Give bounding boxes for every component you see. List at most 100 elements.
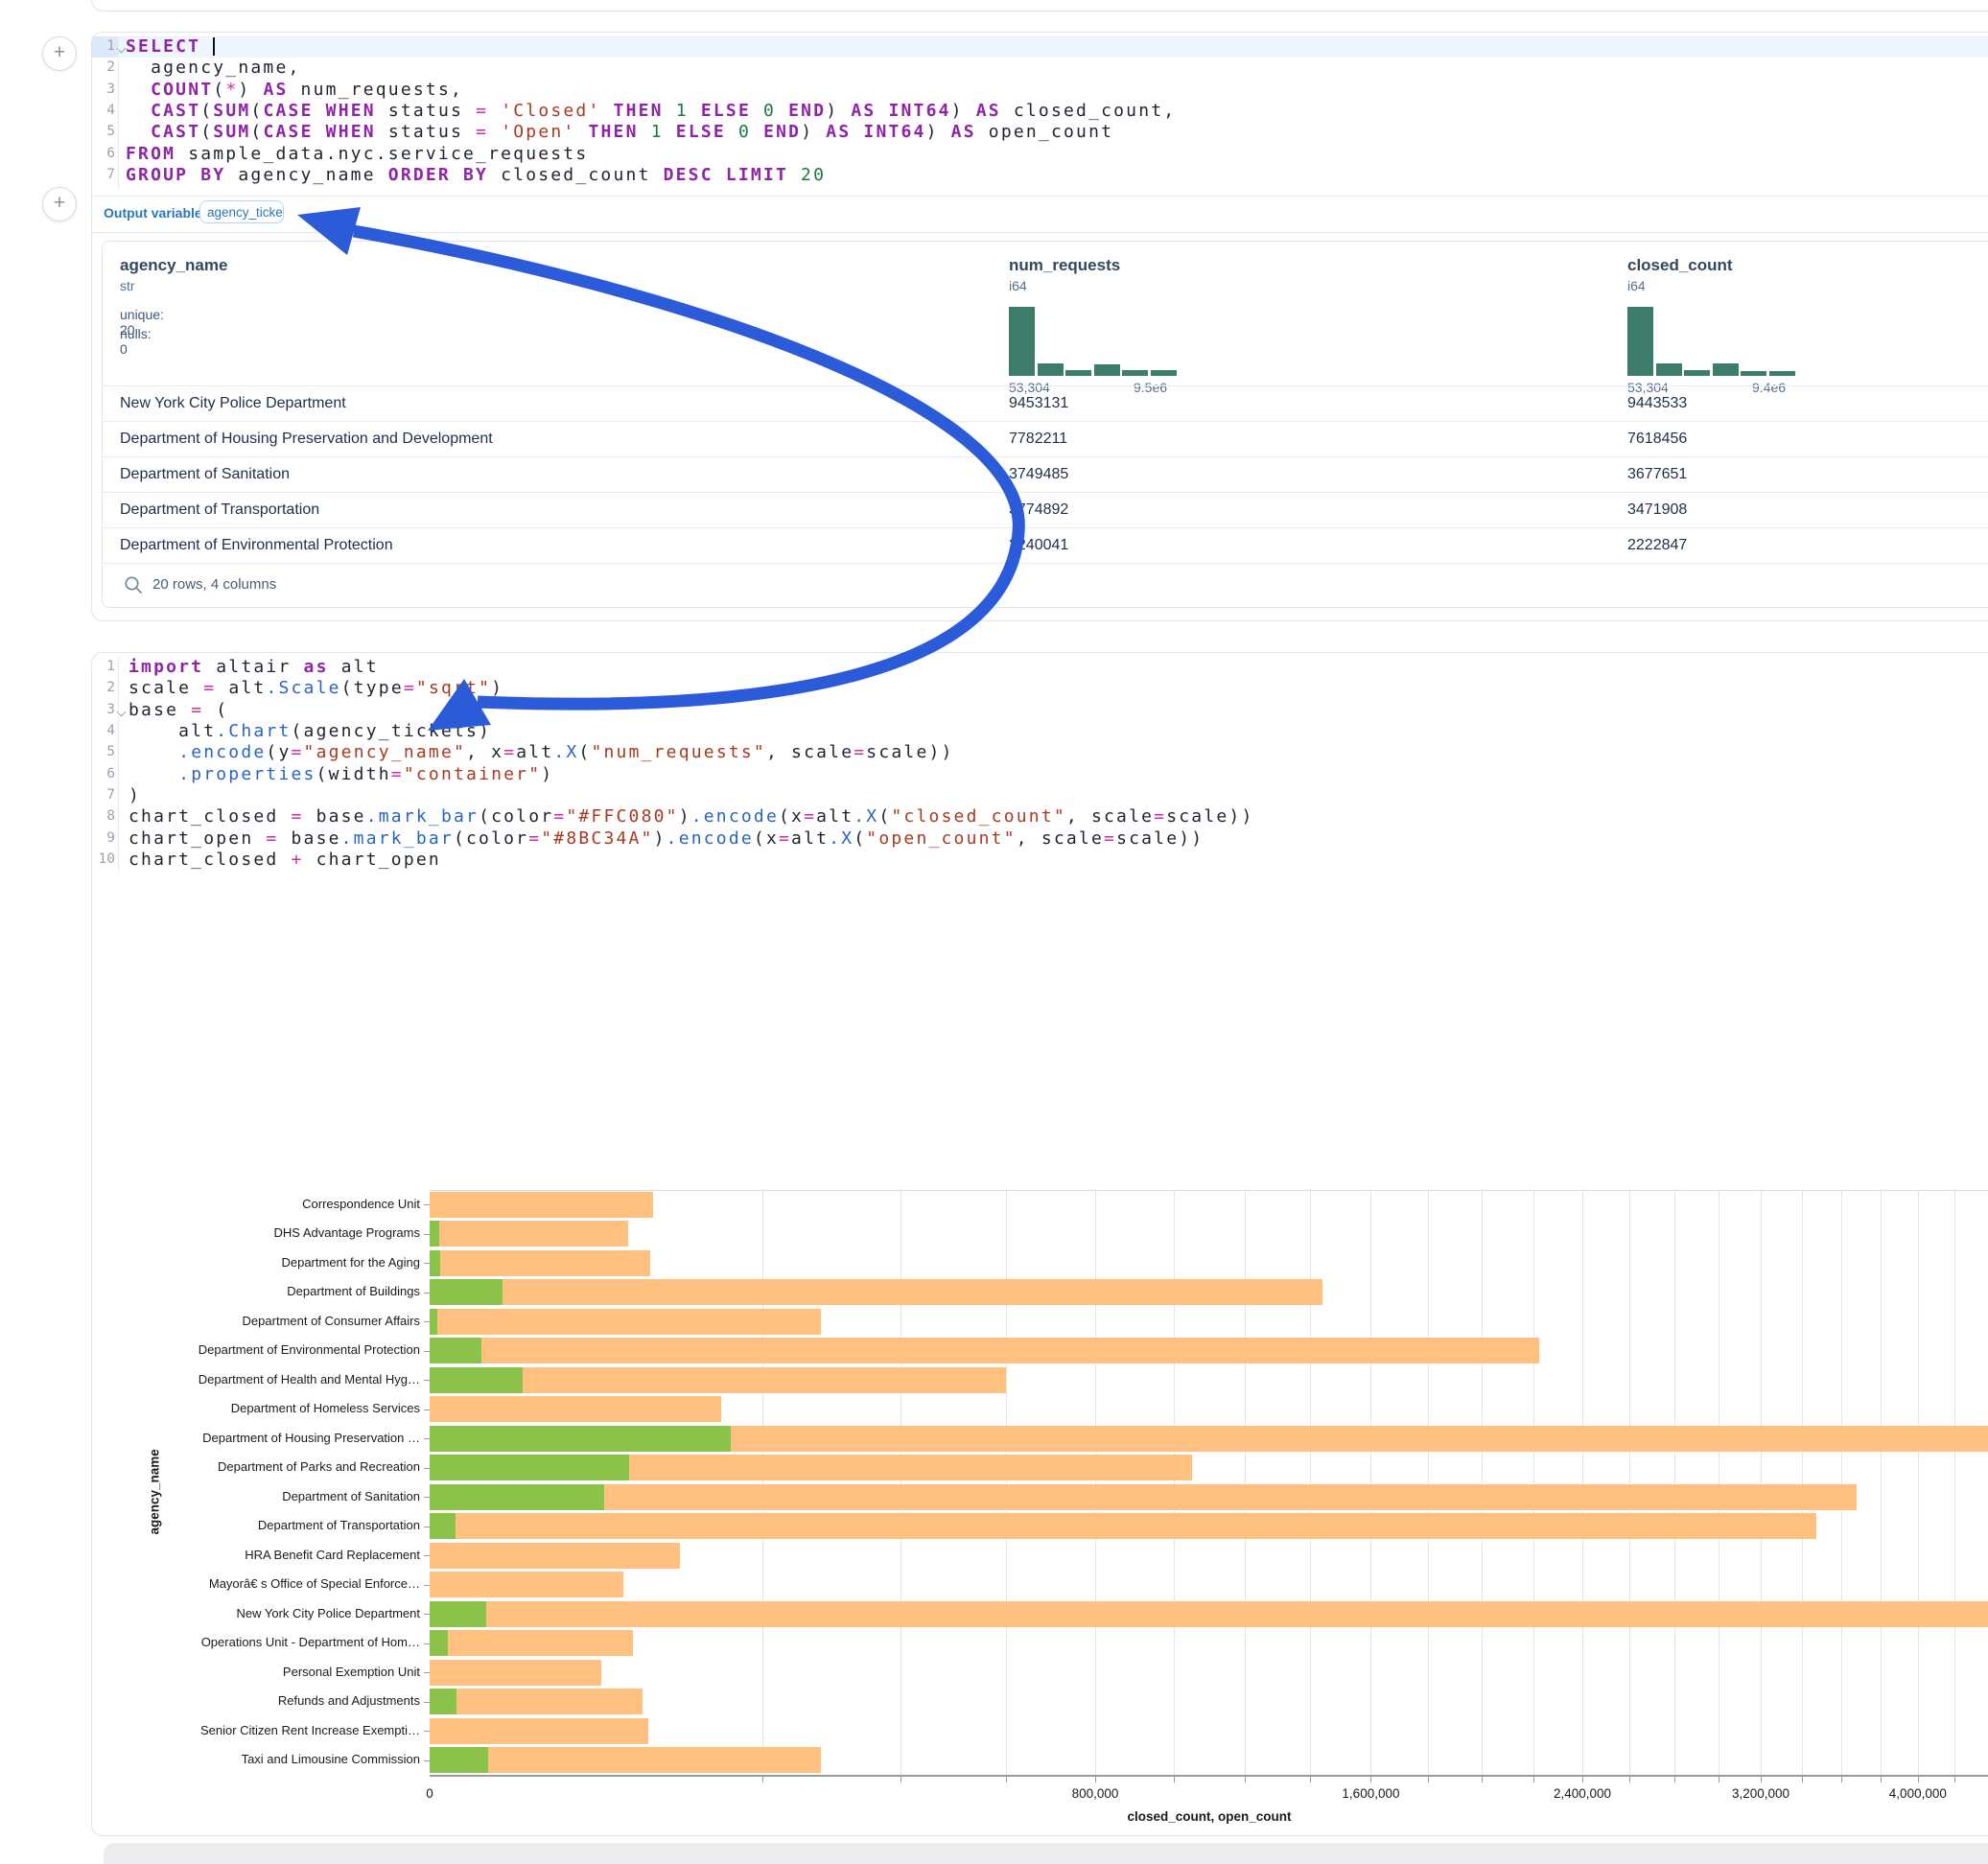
bar-closed-count: [430, 1601, 1988, 1627]
y-axis-label: Department for the Aging: [104, 1255, 420, 1270]
x-axis-tick: [1629, 1777, 1630, 1782]
gutter-divider: [118, 36, 119, 190]
x-axis-tick-label: 0: [426, 1786, 433, 1801]
code-line[interactable]: 2 agency_name,: [92, 58, 1988, 79]
x-axis-tick: [1802, 1777, 1803, 1782]
code-text: GROUP BY agency_name ORDER BY closed_cou…: [126, 165, 826, 186]
chart-gridline: [1582, 1190, 1583, 1775]
code-line[interactable]: 1SELECT: [92, 36, 1988, 58]
bar-closed-count: [430, 1718, 648, 1744]
cell-num-requests: 2240041: [1009, 537, 1068, 554]
x-axis-tick-label: 4,000,000: [1889, 1786, 1947, 1801]
sql-cell: 1SELECT 2 agency_name,3 COUNT(*) AS num_…: [91, 32, 1988, 621]
cell-agency-name: Department of Environmental Protection: [120, 537, 393, 554]
python-cell: 1import altair as alt2scale = alt.Scale(…: [91, 652, 1988, 1836]
y-axis-label: Department of Consumer Affairs: [104, 1314, 420, 1328]
column-type: i64: [1009, 278, 1027, 293]
add-cell-button[interactable]: +: [42, 187, 77, 221]
chart-gridline: [1370, 1190, 1371, 1775]
x-axis-tick: [1954, 1777, 1955, 1782]
bar-closed-count: [430, 1689, 643, 1714]
bar-closed-count: [430, 1747, 821, 1773]
code-line[interactable]: 7 GROUP BY agency_name ORDER BY closed_co…: [92, 165, 1988, 186]
chart-gridline: [900, 1190, 901, 1775]
cell-closed-count: 7618456: [1627, 431, 1687, 448]
chart-gridline: [1802, 1190, 1803, 1775]
y-axis-tick: [424, 1468, 430, 1469]
cell-closed-count: 2222847: [1627, 537, 1687, 554]
bar-open-count: [430, 1689, 456, 1714]
bar-open-count: [430, 1309, 437, 1335]
sql-code-editor[interactable]: 1SELECT 2 agency_name,3 COUNT(*) AS num_…: [92, 36, 1988, 190]
x-axis-tick: [1841, 1777, 1842, 1782]
add-cell-button[interactable]: +: [42, 36, 77, 71]
table-row[interactable]: Department of Housing Preservation and D…: [103, 421, 1988, 457]
table-row[interactable]: Department of Environmental Protection 22…: [103, 527, 1988, 564]
x-axis-tick: [1482, 1777, 1483, 1782]
x-axis-tick-label: 800,000: [1072, 1786, 1119, 1801]
code-line[interactable]: 6FROM sample_data.nyc.service_requests: [92, 144, 1988, 165]
x-axis-tick: [1533, 1777, 1534, 1782]
column-name: agency_name: [120, 256, 227, 275]
collapse-chevron-icon[interactable]: [118, 45, 125, 52]
bar-closed-count: [430, 1543, 680, 1569]
x-axis-tick: [762, 1777, 763, 1782]
active-line-highlight: [92, 36, 1988, 58]
y-axis-label: Taxi and Limousine Commission: [104, 1752, 420, 1766]
chart-gridline: [1629, 1190, 1630, 1775]
table-row[interactable]: New York City Police Department945313194…: [103, 385, 1988, 422]
y-axis-tick: [424, 1234, 430, 1235]
table-row[interactable]: Department of Transportation377489234719…: [103, 492, 1988, 528]
table-row[interactable]: Department of Sanitation 3749485 3677651: [103, 456, 1988, 493]
text-cursor: [213, 37, 215, 56]
x-axis-domain: [430, 1775, 1988, 1777]
x-axis-title: closed_count, open_count: [1127, 1809, 1291, 1824]
cell-agency-name: Department of Sanitation: [120, 466, 290, 483]
y-axis-label: Mayorâ€ s Office of Special Enforce…: [104, 1576, 420, 1591]
y-axis-tick: [424, 1497, 430, 1498]
chart-gridline: [1761, 1190, 1762, 1775]
y-axis-label: HRA Benefit Card Replacement: [104, 1548, 420, 1562]
table-footer: 20 rows, 4 columns: [103, 563, 1988, 609]
histogram-bar: [1065, 370, 1091, 376]
code-line[interactable]: 3 COUNT(*) AS num_requests,: [92, 80, 1988, 101]
cell-num-requests: 3749485: [1009, 466, 1068, 483]
chart-plot-border: [430, 1190, 1988, 1191]
bar-open-count: [430, 1279, 503, 1305]
line-number: 7: [92, 167, 115, 182]
bar-closed-count: [430, 1396, 721, 1422]
y-axis-label: Correspondence Unit: [104, 1197, 420, 1211]
bar-closed-count: [430, 1338, 1539, 1363]
chart-gridline: [1174, 1190, 1175, 1775]
chart-gridline: [1310, 1190, 1311, 1775]
bar-open-count: [430, 1250, 440, 1276]
chart-gridline: [1482, 1190, 1483, 1775]
cell-num-requests: 9453131: [1009, 395, 1068, 412]
x-axis-tick: [1881, 1777, 1882, 1782]
code-line[interactable]: 5 CAST(SUM(CASE WHEN status = 'Open' THE…: [92, 122, 1988, 143]
column-name: num_requests: [1009, 256, 1120, 275]
line-number: 2: [92, 59, 115, 75]
code-text: SELECT: [126, 36, 215, 58]
line-number: 5: [92, 124, 115, 139]
code-text: CAST(SUM(CASE WHEN status = 'Closed' THE…: [126, 101, 1176, 122]
x-axis-tick: [900, 1777, 901, 1782]
column-stat-nulls: nulls: 0: [120, 326, 152, 357]
cell-closed-count: 3677651: [1627, 466, 1687, 483]
chart-gridline: [1881, 1190, 1882, 1775]
bar-closed-count: [430, 1484, 1857, 1510]
bar-open-count: [430, 1601, 486, 1627]
y-axis-tick: [424, 1555, 430, 1556]
histogram-bar: [1684, 370, 1710, 376]
bar-closed-count: [430, 1192, 653, 1218]
search-icon[interactable]: [124, 575, 144, 595]
histogram-bar: [1627, 307, 1653, 376]
bar-closed-count: [430, 1250, 650, 1276]
y-axis-tick: [424, 1702, 430, 1703]
output-variable-pill[interactable]: agency_tickets: [199, 200, 284, 223]
y-axis-title: agency_name: [148, 1430, 162, 1535]
bar-open-count: [430, 1630, 448, 1656]
code-line[interactable]: 4 CAST(SUM(CASE WHEN status = 'Closed' T…: [92, 101, 1988, 122]
y-axis-tick: [424, 1643, 430, 1644]
code-text: FROM sample_data.nyc.service_requests: [126, 144, 588, 165]
